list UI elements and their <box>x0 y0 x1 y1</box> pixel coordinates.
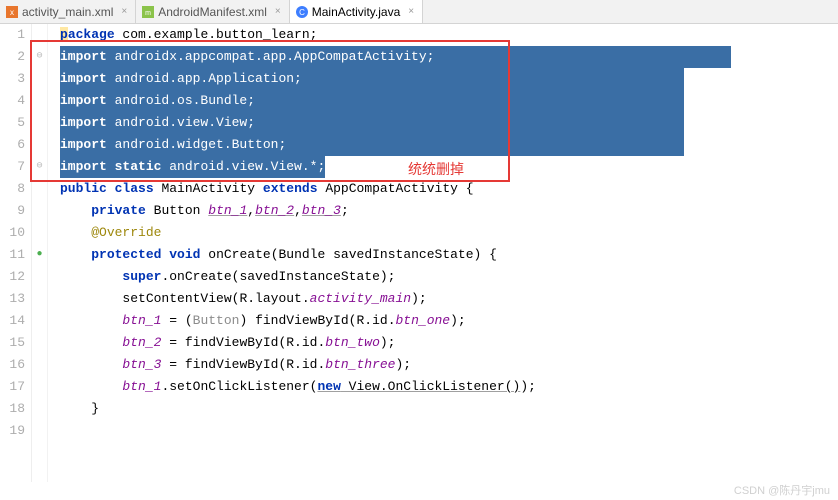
tab-manifest[interactable]: m AndroidManifest.xml × <box>136 0 290 23</box>
close-icon[interactable]: × <box>275 6 281 17</box>
close-icon[interactable]: × <box>408 6 414 17</box>
code-line: package com.example.button_learn; <box>60 24 838 46</box>
line-number: 9 <box>0 200 25 222</box>
java-icon: C <box>296 6 308 18</box>
code-area[interactable]: package com.example.button_learn; import… <box>48 24 838 482</box>
tab-label: activity_main.xml <box>22 5 113 19</box>
line-number: 7 <box>0 156 25 178</box>
line-number: 15 <box>0 332 25 354</box>
line-number: 16 <box>0 354 25 376</box>
line-number: 2 <box>0 46 25 68</box>
code-line: import android.widget.Button; <box>60 134 838 156</box>
line-number: 4 <box>0 90 25 112</box>
svg-text:C: C <box>299 8 305 17</box>
watermark: CSDN @陈丹宇jmu <box>734 482 830 498</box>
tab-mainactivity[interactable]: C MainActivity.java × <box>290 0 423 23</box>
code-line: import androidx.appcompat.app.AppCompatA… <box>60 46 838 68</box>
svg-text:m: m <box>145 10 151 17</box>
xml-icon: m <box>142 6 154 18</box>
line-number: 12 <box>0 266 25 288</box>
line-number: 10 <box>0 222 25 244</box>
close-icon[interactable]: × <box>121 6 127 17</box>
code-line: btn_1.setOnClickListener(new View.OnClic… <box>60 376 838 398</box>
line-number: 18 <box>0 398 25 420</box>
code-line: public class MainActivity extends AppCom… <box>60 178 838 200</box>
line-number: 1 <box>0 24 25 46</box>
fold-toggle-icon[interactable]: ⊖ <box>32 156 47 178</box>
code-line: btn_3 = findViewById(R.id.btn_three); <box>60 354 838 376</box>
code-line: private Button btn_1,btn_2,btn_3; <box>60 200 838 222</box>
code-line: import android.view.View; <box>60 112 838 134</box>
svg-text:x: x <box>10 8 14 17</box>
line-number-gutter: 1 2 3 4 5 6 7 8 9 10 11 12 13 14 15 16 1… <box>0 24 32 482</box>
code-line <box>60 420 838 442</box>
line-number: 11 <box>0 244 25 266</box>
line-number: 17 <box>0 376 25 398</box>
fold-toggle-icon[interactable]: ⊖ <box>32 46 47 68</box>
line-number: 6 <box>0 134 25 156</box>
code-line: btn_1 = (Button) findViewById(R.id.btn_o… <box>60 310 838 332</box>
code-line: btn_2 = findViewById(R.id.btn_two); <box>60 332 838 354</box>
tab-label: MainActivity.java <box>312 5 400 19</box>
line-number: 19 <box>0 420 25 442</box>
line-number: 14 <box>0 310 25 332</box>
fold-gutter: ⊖ ⊖ ● <box>32 24 48 482</box>
override-icon[interactable]: ● <box>32 244 47 266</box>
line-number: 13 <box>0 288 25 310</box>
code-line: import android.app.Application; <box>60 68 838 90</box>
tab-activity-main[interactable]: x activity_main.xml × <box>0 0 136 23</box>
line-number: 5 <box>0 112 25 134</box>
xml-icon: x <box>6 6 18 18</box>
editor-tabs: x activity_main.xml × m AndroidManifest.… <box>0 0 838 24</box>
tab-label: AndroidManifest.xml <box>158 5 267 19</box>
code-line: import android.os.Bundle; <box>60 90 838 112</box>
code-line: protected void onCreate(Bundle savedInst… <box>60 244 838 266</box>
code-line: @Override <box>60 222 838 244</box>
code-line: } <box>60 398 838 420</box>
code-line: setContentView(R.layout.activity_main); <box>60 288 838 310</box>
code-line: super.onCreate(savedInstanceState); <box>60 266 838 288</box>
line-number: 3 <box>0 68 25 90</box>
annotation-text: 统统删掉 <box>408 158 464 180</box>
line-number: 8 <box>0 178 25 200</box>
code-editor[interactable]: 1 2 3 4 5 6 7 8 9 10 11 12 13 14 15 16 1… <box>0 24 838 482</box>
